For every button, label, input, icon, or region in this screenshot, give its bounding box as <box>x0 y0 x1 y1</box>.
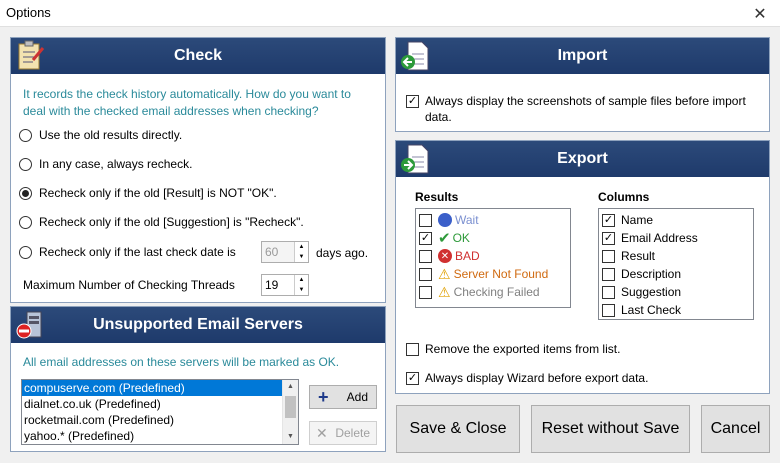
import-document-icon <box>401 41 429 71</box>
bad-x-icon: ✕ <box>438 249 452 263</box>
export-panel: Export Results Wait ✓ ✔ OK ✕ BAD ⚠ Serve… <box>395 140 770 394</box>
window-title: Options <box>6 5 51 20</box>
days-value[interactable]: 60 <box>262 242 294 262</box>
result-ok-checkbox[interactable]: ✓ <box>419 231 432 245</box>
display-wizard-checkbox[interactable]: ✓ <box>406 371 419 385</box>
option-use-old-results[interactable]: Use the old results directly. <box>19 128 182 142</box>
import-panel: Import ✓ Always display the screenshots … <box>395 37 770 132</box>
result-server-not-found-checkbox[interactable] <box>419 267 432 281</box>
warning-icon: ⚠ <box>438 283 451 300</box>
radio-always-recheck[interactable] <box>19 157 32 171</box>
clipboard-checklist-icon <box>18 40 45 70</box>
column-result-checkbox[interactable] <box>602 249 615 263</box>
import-title: Import <box>557 47 608 64</box>
radio-recheck-not-ok[interactable] <box>19 186 32 200</box>
display-wizard[interactable]: ✓ Always display Wizard before export da… <box>406 371 648 385</box>
threads-down-icon[interactable]: ▼ <box>295 285 308 295</box>
result-bad[interactable]: ✕ BAD <box>416 247 570 265</box>
option-always-recheck[interactable]: In any case, always recheck. <box>19 157 192 171</box>
scroll-up-icon[interactable]: ▲ <box>283 380 298 394</box>
column-description[interactable]: Description <box>599 265 753 283</box>
list-item[interactable]: dialnet.co.uk (Predefined) <box>22 396 298 412</box>
servers-list[interactable]: compuserve.com (Predefined) dialnet.co.u… <box>21 379 299 445</box>
result-bad-checkbox[interactable] <box>419 249 432 263</box>
radio-recheck-date[interactable] <box>19 245 32 259</box>
export-header: Export <box>396 141 769 177</box>
save-close-button[interactable]: Save & Close <box>396 405 520 453</box>
check-title: Check <box>173 47 223 64</box>
servers-scrollbar[interactable]: ▲ ▼ <box>282 380 298 444</box>
result-server-not-found[interactable]: ⚠ Server Not Found <box>416 265 570 283</box>
column-name[interactable]: ✓ Name <box>599 211 753 229</box>
days-up-icon[interactable]: ▲ <box>295 242 308 252</box>
result-ok[interactable]: ✓ ✔ OK <box>416 229 570 247</box>
plus-icon: + <box>318 387 329 407</box>
reset-without-save-button[interactable]: Reset without Save <box>531 405 690 453</box>
check-panel: Check It records the check history autom… <box>10 37 386 303</box>
option-recheck-suggestion[interactable]: Recheck only if the old [Suggestion] is … <box>19 215 304 229</box>
list-item[interactable]: compuserve.com (Predefined) <box>22 380 298 396</box>
list-item[interactable]: rocketmail.com (Predefined) <box>22 412 298 428</box>
export-document-icon <box>401 144 429 174</box>
columns-list: ✓ Name ✓ Email Address Result Description … <box>598 208 754 320</box>
results-list: Wait ✓ ✔ OK ✕ BAD ⚠ Server Not Found ⚠ C… <box>415 208 571 308</box>
scroll-thumb[interactable] <box>285 396 296 418</box>
result-checking-failed-checkbox[interactable] <box>419 285 432 299</box>
column-result[interactable]: Result <box>599 247 753 265</box>
threads-label: Maximum Number of Checking Threads <box>23 278 235 292</box>
column-name-checkbox[interactable]: ✓ <box>602 213 615 227</box>
servers-header: Unsupported Email Servers <box>11 307 385 343</box>
servers-panel: Unsupported Email Servers All email addr… <box>10 306 386 452</box>
results-group-label: Results <box>415 190 459 204</box>
threads-value[interactable]: 19 <box>262 275 294 295</box>
option-recheck-date[interactable]: Recheck only if the last check date is <box>19 245 236 259</box>
column-email-address[interactable]: ✓ Email Address <box>599 229 753 247</box>
ok-check-icon: ✔ <box>438 230 451 247</box>
list-item[interactable]: yahoo.* (Predefined) <box>22 428 298 444</box>
radio-use-old-results[interactable] <box>19 128 32 142</box>
columns-group-label: Columns <box>598 190 650 204</box>
threads-up-icon[interactable]: ▲ <box>295 275 308 285</box>
check-header: Check <box>11 38 385 74</box>
delete-button[interactable]: ✕ Delete <box>309 421 377 445</box>
column-last-check-checkbox[interactable] <box>602 303 615 317</box>
option-recheck-not-ok[interactable]: Recheck only if the old [Result] is NOT … <box>19 186 277 200</box>
result-wait[interactable]: Wait <box>416 211 570 229</box>
column-description-checkbox[interactable] <box>602 267 615 281</box>
column-email-address-checkbox[interactable]: ✓ <box>602 231 615 245</box>
check-info: It records the check history automatical… <box>23 87 351 118</box>
days-suffix: days ago. <box>316 246 369 260</box>
server-blocked-icon <box>16 311 42 339</box>
column-last-check[interactable]: Last Check <box>599 301 753 319</box>
cancel-button[interactable]: Cancel <box>701 405 770 453</box>
import-always-display-checkbox[interactable]: ✓ <box>406 95 419 108</box>
warning-icon: ⚠ <box>438 265 451 282</box>
title-bar: Options ✕ <box>0 0 780 27</box>
remove-exported[interactable]: Remove the exported items from list. <box>406 342 620 356</box>
delete-x-icon: ✕ <box>316 424 328 441</box>
column-suggestion[interactable]: Suggestion <box>599 283 753 301</box>
export-title: Export <box>557 150 608 167</box>
servers-title: Unsupported Email Servers <box>93 316 303 333</box>
days-stepper[interactable]: 60 ▲ ▼ <box>261 241 309 263</box>
wait-icon <box>438 213 452 227</box>
result-checking-failed[interactable]: ⚠ Checking Failed <box>416 283 570 301</box>
import-header: Import <box>396 38 769 74</box>
threads-stepper[interactable]: 19 ▲ ▼ <box>261 274 309 296</box>
add-button[interactable]: + Add <box>309 385 377 409</box>
radio-recheck-suggestion[interactable] <box>19 215 32 229</box>
import-always-display[interactable]: ✓ Always display the screenshots of samp… <box>406 93 756 125</box>
days-down-icon[interactable]: ▼ <box>295 252 308 262</box>
remove-exported-checkbox[interactable] <box>406 342 419 356</box>
close-icon[interactable]: ✕ <box>740 0 780 27</box>
column-suggestion-checkbox[interactable] <box>602 285 615 299</box>
servers-info: All email addresses on these servers wil… <box>23 355 340 369</box>
scroll-down-icon[interactable]: ▼ <box>283 430 298 444</box>
result-wait-checkbox[interactable] <box>419 213 432 227</box>
